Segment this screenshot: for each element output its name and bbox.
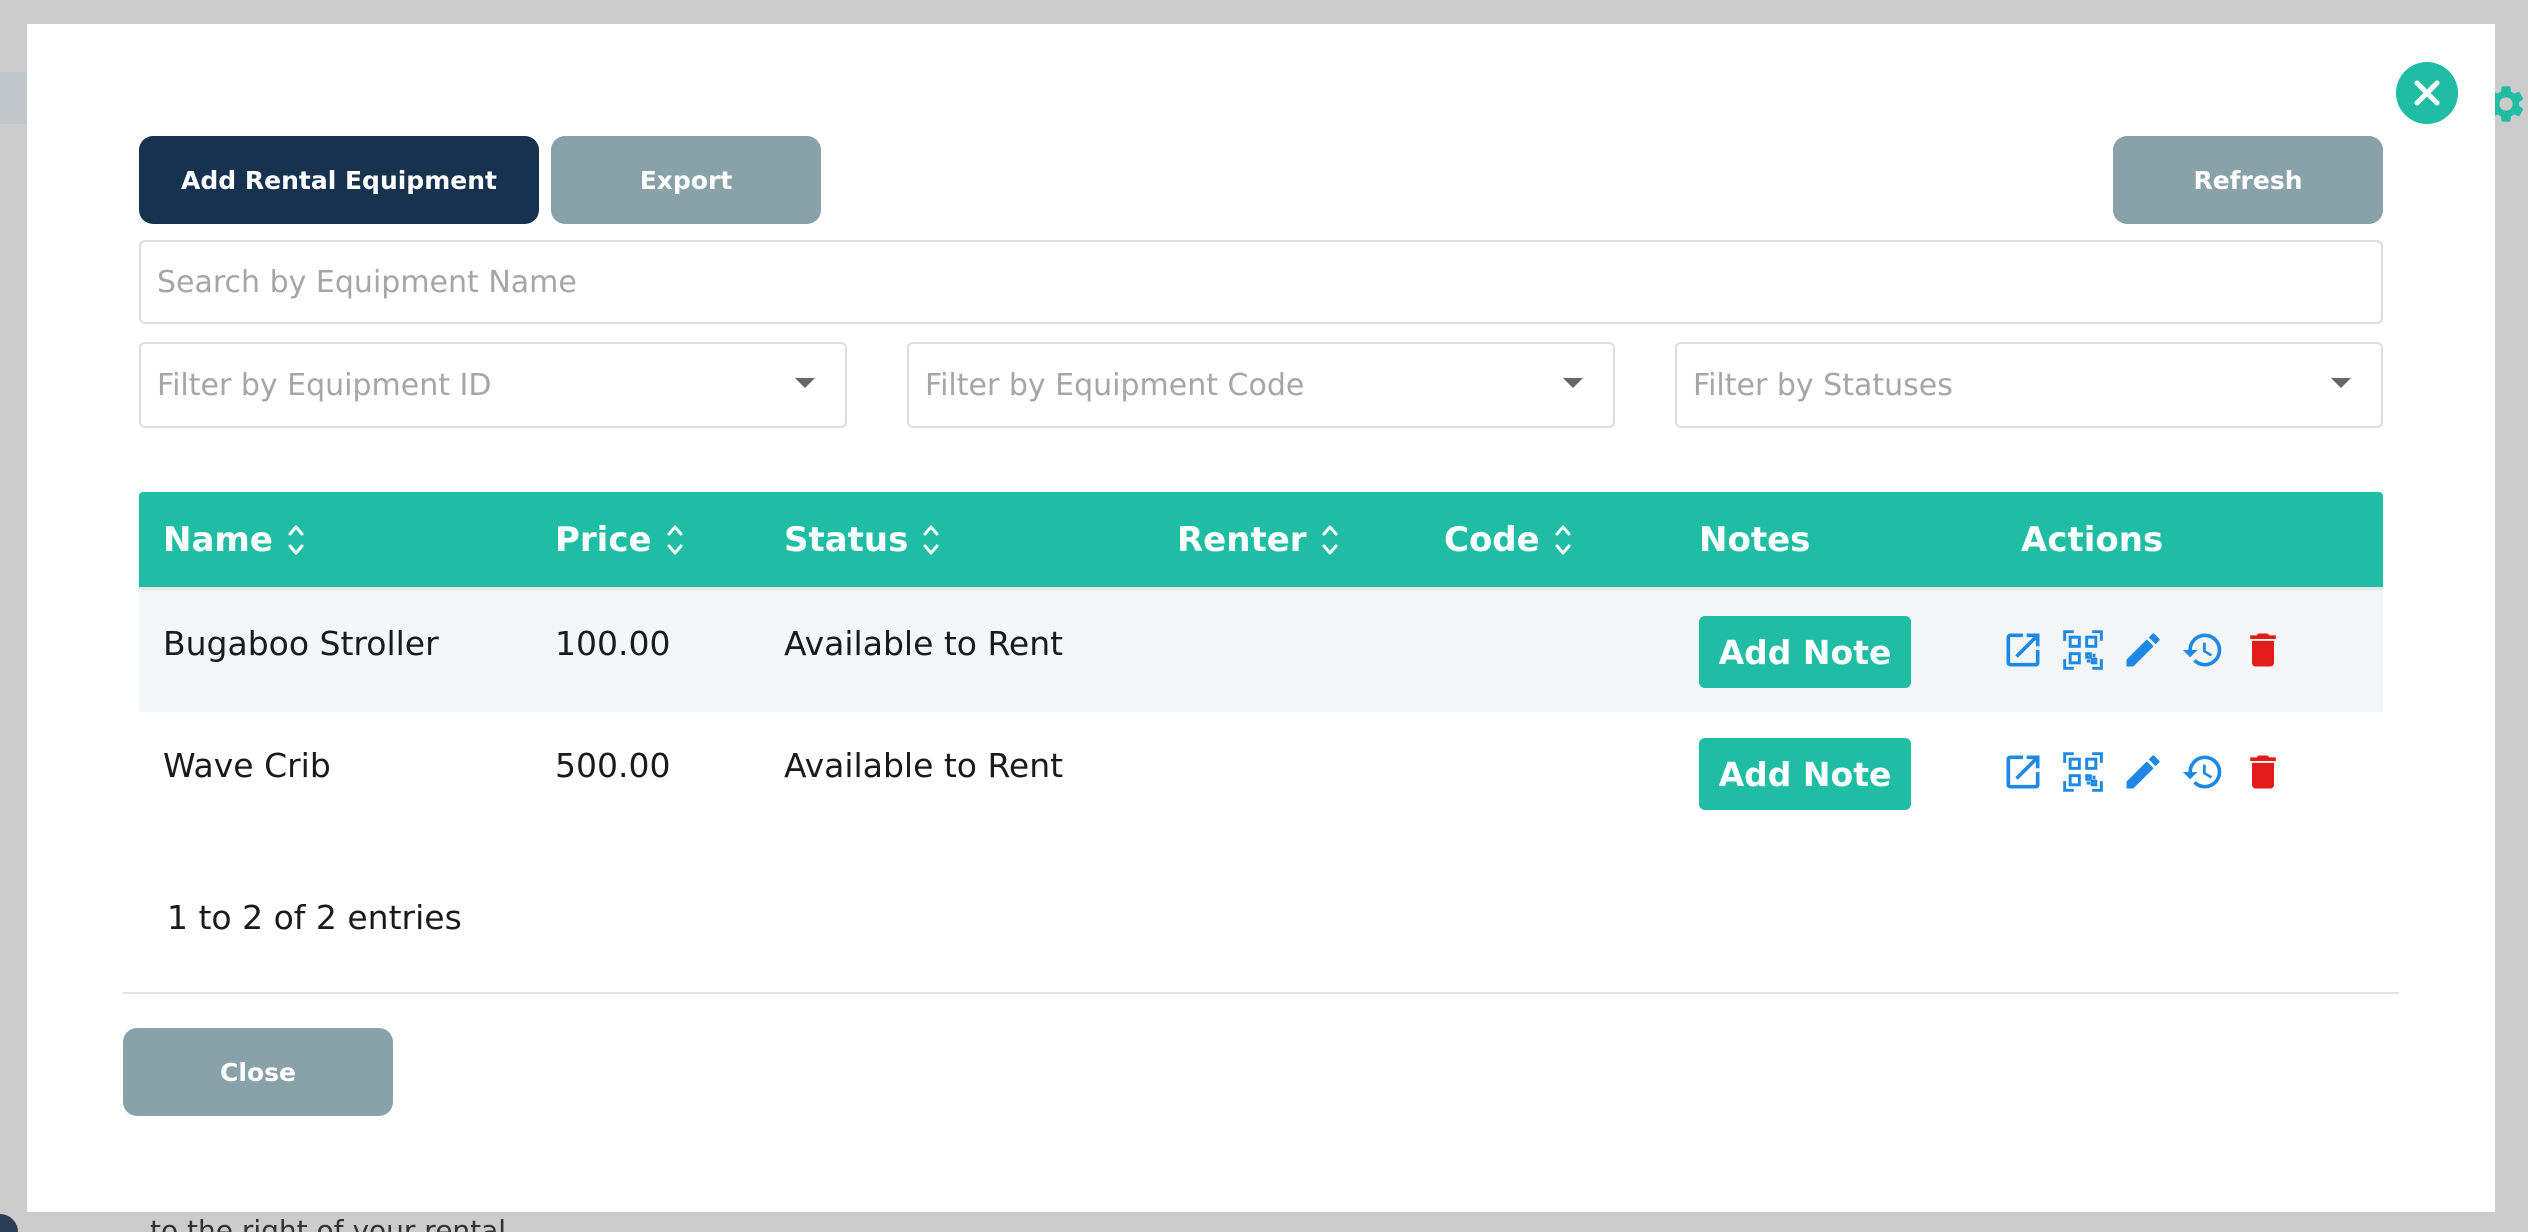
column-label: Renter (1177, 519, 1307, 560)
column-label: Code (1444, 519, 1540, 560)
filter-equipment-code-select[interactable]: Filter by Equipment Code (907, 342, 1615, 428)
export-button[interactable]: Export (551, 136, 821, 224)
column-header-price[interactable]: Price (555, 492, 684, 587)
open-external-icon[interactable] (2001, 628, 2045, 672)
caret-down-icon (2331, 378, 2351, 388)
column-header-notes: Notes (1699, 492, 1810, 587)
qr-code-icon[interactable] (2061, 750, 2105, 794)
filter-placeholder: Filter by Statuses (1693, 367, 1953, 403)
edit-pencil-icon[interactable] (2121, 628, 2165, 672)
cell-name: Bugaboo Stroller (163, 624, 439, 663)
history-icon[interactable] (2181, 628, 2225, 672)
table-row: Wave Crib 500.00 Available to Rent Add N… (139, 712, 2383, 834)
cell-status: Available to Rent (784, 746, 1064, 785)
close-button[interactable]: Close (123, 1028, 393, 1116)
table-header: Name Price Status Renter Code Notes Acti… (139, 492, 2383, 590)
column-label: Actions (2021, 519, 2164, 560)
equipment-table: Name Price Status Renter Code Notes Acti… (139, 492, 2383, 834)
history-icon[interactable] (2181, 750, 2225, 794)
refresh-button[interactable]: Refresh (2113, 136, 2383, 224)
column-label: Notes (1699, 519, 1811, 560)
close-icon (2414, 80, 2440, 106)
cell-status: Available to Rent (784, 624, 1064, 663)
add-note-button[interactable]: Add Note (1699, 738, 1911, 810)
cell-price: 100.00 (555, 624, 671, 663)
modal-close-icon-button[interactable] (2396, 62, 2458, 124)
column-header-actions: Actions (2021, 492, 2163, 587)
footer-divider (123, 992, 2399, 994)
column-header-renter[interactable]: Renter (1177, 492, 1339, 587)
delete-trash-icon[interactable] (2241, 750, 2285, 794)
add-note-button[interactable]: Add Note (1699, 616, 1911, 688)
caret-down-icon (1563, 378, 1583, 388)
filter-placeholder: Filter by Equipment ID (157, 367, 492, 403)
add-rental-equipment-button[interactable]: Add Rental Equipment (139, 136, 539, 224)
column-header-code[interactable]: Code (1444, 492, 1572, 587)
delete-trash-icon[interactable] (2241, 628, 2285, 672)
sort-icon (1322, 525, 1338, 554)
qr-code-icon[interactable] (2061, 628, 2105, 672)
filter-statuses-select[interactable]: Filter by Statuses (1675, 342, 2383, 428)
column-label: Name (163, 519, 273, 560)
edit-pencil-icon[interactable] (2121, 750, 2165, 794)
search-input[interactable] (139, 240, 2383, 324)
table-row: Bugaboo Stroller 100.00 Available to Ren… (139, 590, 2383, 712)
caret-down-icon (795, 378, 815, 388)
sort-icon (288, 525, 304, 554)
sort-icon (1555, 525, 1571, 554)
background-page-peek: to the right of your rental (0, 1212, 2528, 1232)
column-header-status[interactable]: Status (784, 492, 940, 587)
filter-equipment-id-select[interactable]: Filter by Equipment ID (139, 342, 847, 428)
open-external-icon[interactable] (2001, 750, 2045, 794)
background-text: to the right of your rental (150, 1214, 507, 1232)
filter-placeholder: Filter by Equipment Code (925, 367, 1305, 403)
sort-icon (923, 525, 939, 554)
rental-equipment-modal: Add Rental Equipment Export Refresh Filt… (27, 24, 2495, 1212)
cell-name: Wave Crib (163, 746, 331, 785)
sort-icon (667, 525, 683, 554)
column-header-name[interactable]: Name (163, 492, 305, 587)
cell-price: 500.00 (555, 746, 671, 785)
column-label: Status (784, 519, 909, 560)
avatar (0, 1214, 18, 1232)
pagination-summary: 1 to 2 of 2 entries (167, 898, 462, 937)
column-label: Price (555, 519, 652, 560)
